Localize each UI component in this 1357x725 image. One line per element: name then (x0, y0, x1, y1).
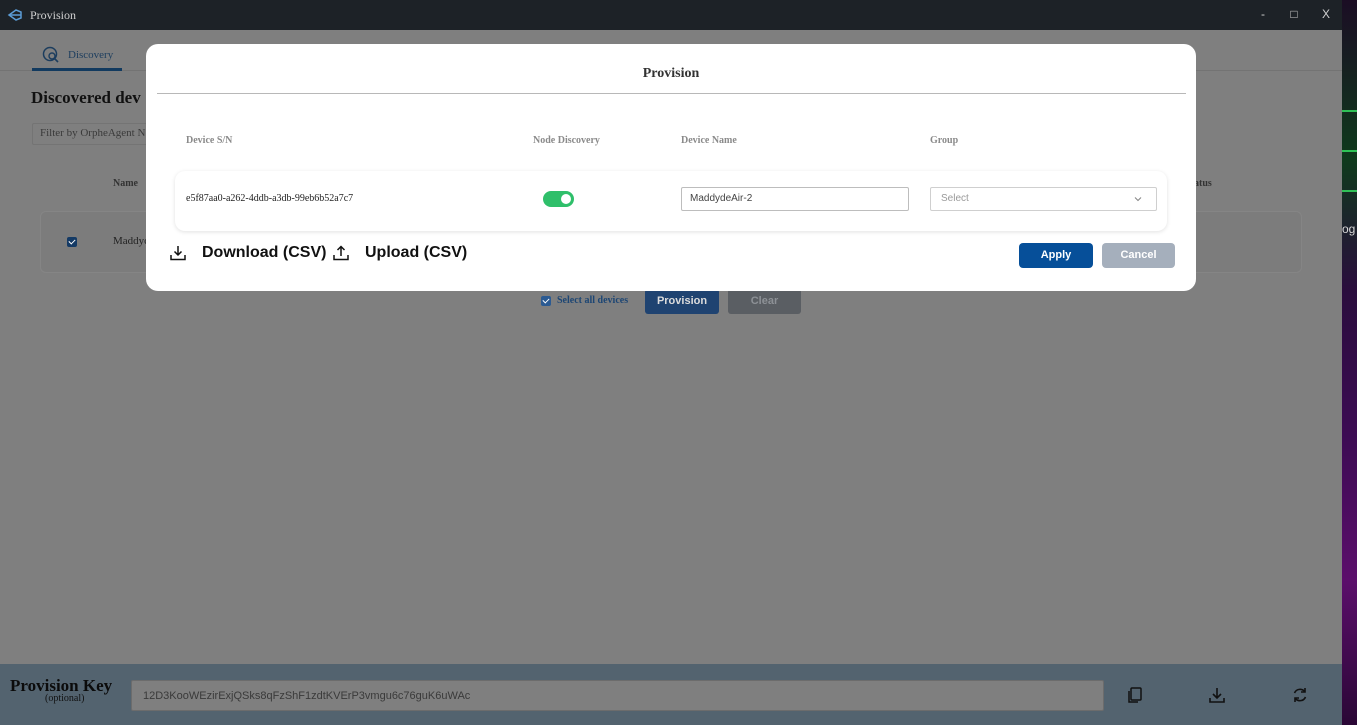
download-csv-label: Download (CSV) (202, 244, 327, 261)
download-icon[interactable] (1207, 685, 1227, 705)
clear-button[interactable]: Clear (728, 289, 801, 314)
desktop-background: og (1342, 0, 1357, 725)
select-all-toggle[interactable]: Select all devices (541, 295, 628, 306)
provision-key-input[interactable]: 12D3KooWEzirExjQSks8qFzShF1zdtKVErP3vmgu… (131, 680, 1104, 711)
header-device-name: Device Name (681, 135, 737, 146)
header-group: Group (930, 135, 959, 146)
header-device-sn: Device S/N (186, 135, 233, 146)
page-title: Discovered dev (31, 88, 141, 107)
provision-key-optional: (optional) (45, 693, 85, 704)
discovery-icon (42, 46, 59, 63)
header-node-discovery: Node Discovery (533, 135, 600, 146)
column-header-name: Name (113, 178, 138, 189)
cancel-button[interactable]: Cancel (1102, 243, 1175, 268)
toggle-knob (561, 194, 571, 204)
provision-key-footer: Provision Key (optional) 12D3KooWEzirExj… (0, 664, 1342, 725)
group-select[interactable]: Select (930, 187, 1157, 211)
tab-label: Discovery (68, 49, 114, 61)
node-discovery-toggle[interactable] (543, 191, 574, 207)
neon-line (1342, 150, 1357, 152)
provision-device-row: e5f87aa0-a262-4ddb-a3db-99eb6b52a7c7 Mad… (175, 171, 1167, 231)
upload-csv-label: Upload (CSV) (365, 244, 468, 261)
select-all-checkbox[interactable] (541, 295, 551, 306)
desktop-text-fragment: og (1342, 222, 1356, 236)
modal-title: Provision (642, 66, 700, 81)
device-name-cell: Maddyc (113, 235, 150, 247)
upload-icon (333, 245, 349, 261)
chevron-down-icon (1134, 197, 1142, 202)
refresh-icon[interactable] (1290, 685, 1310, 705)
upload-csv-button[interactable]: Upload (CSV) (332, 244, 467, 262)
column-header-status: atus (1194, 178, 1212, 189)
group-select-placeholder: Select (941, 193, 969, 204)
title-bar: Provision - □ X (0, 0, 1342, 30)
app-logo-icon (7, 9, 22, 21)
download-csv-button[interactable]: Download (CSV) (169, 244, 326, 262)
filter-input[interactable]: Filter by OrpheAgent N (32, 123, 162, 145)
select-all-label: Select all devices (557, 295, 629, 306)
download-icon (170, 246, 186, 261)
neon-line (1342, 190, 1357, 192)
maximize-button[interactable]: □ (1284, 5, 1304, 25)
minimize-button[interactable]: - (1253, 5, 1273, 25)
modal-divider (157, 93, 1186, 94)
provision-button[interactable]: Provision (645, 289, 719, 314)
close-button[interactable]: X (1316, 5, 1336, 25)
copy-icon[interactable] (1125, 685, 1145, 705)
apply-button[interactable]: Apply (1019, 243, 1093, 268)
neon-line (1342, 110, 1357, 112)
provision-modal: Provision Device S/N Node Discovery Devi… (146, 44, 1196, 291)
tab-discovery[interactable]: Discovery (32, 42, 122, 71)
row-checkbox[interactable] (67, 237, 77, 247)
window-title: Provision (30, 8, 77, 22)
device-name-input[interactable]: MaddydeAir-2 (681, 187, 909, 211)
device-serial: e5f87aa0-a262-4ddb-a3db-99eb6b52a7c7 (186, 193, 354, 204)
